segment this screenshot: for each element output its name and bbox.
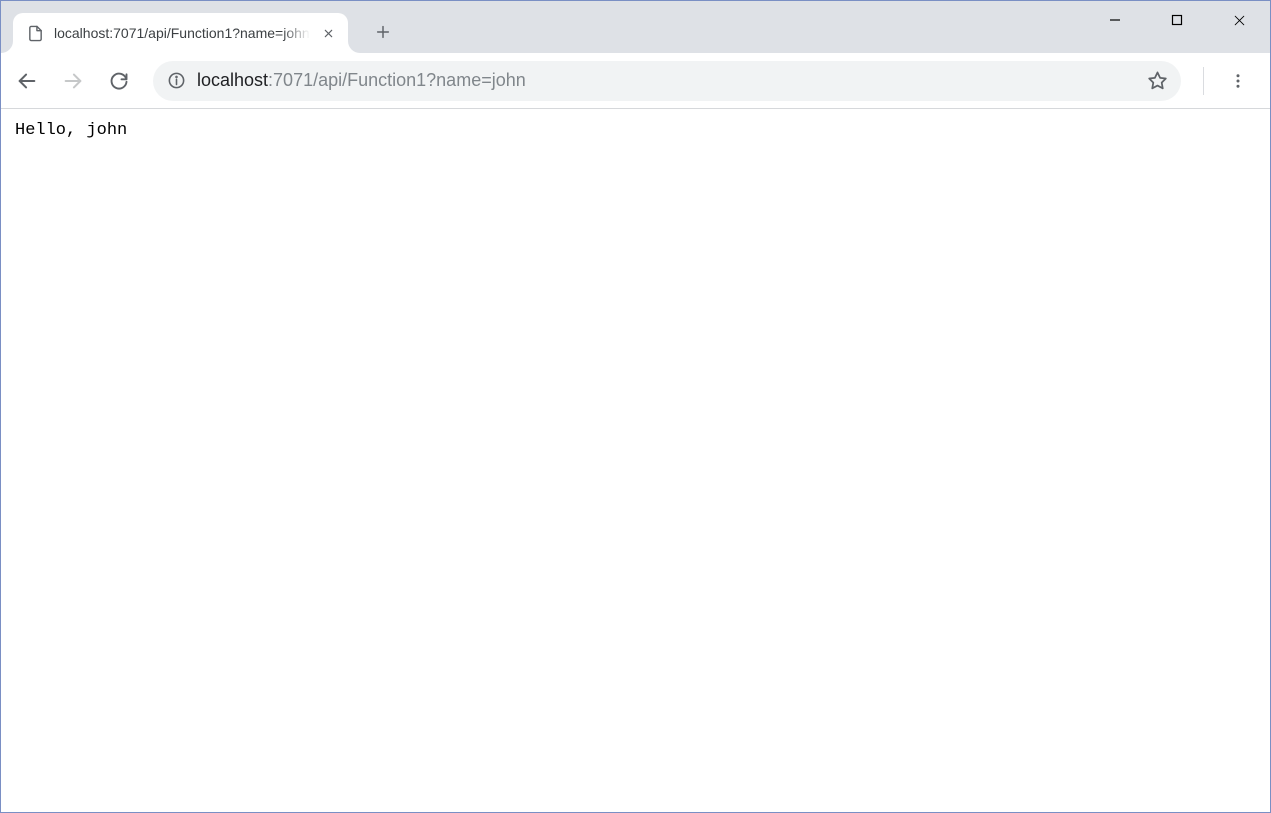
back-button[interactable] xyxy=(7,61,47,101)
browser-tab[interactable]: localhost:7071/api/Function1?name=john xyxy=(13,13,348,53)
url-path: :7071/api/Function1?name=john xyxy=(268,70,526,90)
toolbar-separator xyxy=(1203,67,1204,95)
bookmark-button[interactable] xyxy=(1143,67,1171,95)
minimize-button[interactable] xyxy=(1084,1,1146,39)
close-window-button[interactable] xyxy=(1208,1,1270,39)
new-tab-button[interactable] xyxy=(366,15,400,49)
site-info-icon[interactable] xyxy=(165,70,187,92)
page-content: Hello, john xyxy=(1,109,1270,812)
menu-button[interactable] xyxy=(1218,61,1258,101)
response-text: Hello, john xyxy=(15,121,1256,140)
file-icon xyxy=(27,25,44,42)
close-tab-button[interactable] xyxy=(320,24,338,42)
forward-button[interactable] xyxy=(53,61,93,101)
tab-strip: localhost:7071/api/Function1?name=john xyxy=(1,1,1270,53)
browser-window: localhost:7071/api/Function1?name=john xyxy=(1,1,1270,812)
maximize-button[interactable] xyxy=(1146,1,1208,39)
toolbar: localhost:7071/api/Function1?name=john xyxy=(1,53,1270,109)
window-controls xyxy=(1084,1,1270,39)
url-text[interactable]: localhost:7071/api/Function1?name=john xyxy=(197,70,1133,91)
reload-button[interactable] xyxy=(99,61,139,101)
address-bar[interactable]: localhost:7071/api/Function1?name=john xyxy=(153,61,1181,101)
tab-title: localhost:7071/api/Function1?name=john xyxy=(54,25,310,41)
url-host: localhost xyxy=(197,70,268,90)
